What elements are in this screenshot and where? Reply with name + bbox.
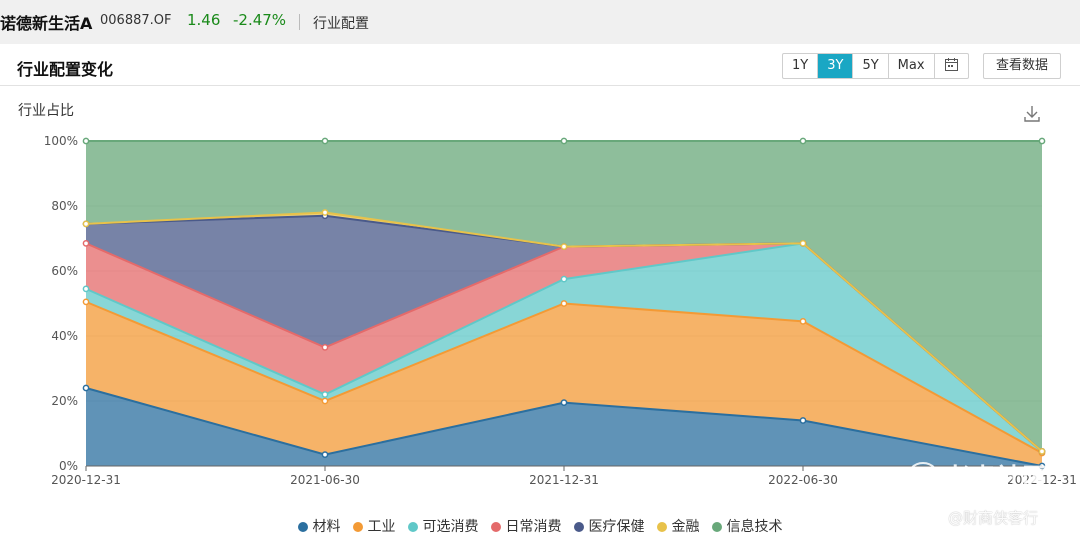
legend-marker: [711, 522, 722, 532]
legend-marker: [297, 522, 308, 532]
point-信息技术: [321, 137, 329, 145]
legend-label: 可选消费: [422, 519, 479, 535]
point-材料: [560, 399, 568, 406]
legend-label: 材料: [312, 519, 341, 535]
legend-item[interactable]: 可选消费: [407, 516, 479, 536]
legend-marker: [573, 522, 584, 532]
point-可选消费: [560, 275, 568, 283]
point-工业: [321, 397, 329, 405]
point-日常消费: [321, 344, 329, 351]
point-金融: [321, 209, 329, 216]
watermark-brand: 老虎社区: [944, 464, 1049, 494]
legend-label: 日常消费: [505, 519, 562, 535]
point-工业: [799, 318, 807, 325]
point-金融: [1038, 448, 1046, 455]
legend-item[interactable]: 信息技术: [711, 516, 783, 536]
y-tick-label: 80%: [51, 199, 78, 213]
point-金融: [560, 243, 568, 250]
chart-legend: 材料 工业 可选消费 日常消费 医疗保健 金融 信息技术: [0, 516, 1080, 536]
legend-marker: [407, 522, 418, 532]
point-信息技术: [82, 137, 90, 145]
legend-item[interactable]: 日常消费: [490, 516, 562, 536]
point-信息技术: [1038, 137, 1046, 145]
y-tick-label: 100%: [44, 134, 78, 148]
point-材料: [321, 451, 329, 458]
point-工业: [82, 298, 90, 306]
legend-label: 医疗保健: [588, 519, 645, 535]
y-tick-label: 40%: [51, 329, 78, 343]
point-材料: [82, 384, 90, 392]
y-tick-label: 20%: [51, 394, 78, 408]
legend-label: 信息技术: [726, 519, 783, 535]
point-信息技术: [560, 137, 568, 145]
legend-marker: [656, 522, 667, 532]
point-可选消费: [82, 285, 90, 293]
y-tick-label: 0%: [59, 459, 78, 473]
legend-item[interactable]: 医疗保健: [573, 516, 645, 536]
legend-item[interactable]: 工业: [352, 516, 396, 536]
legend-label: 金融: [671, 519, 700, 535]
point-可选消费: [321, 391, 329, 398]
y-tick-label: 60%: [51, 264, 78, 278]
point-金融: [799, 240, 807, 247]
legend-label: 工业: [367, 519, 396, 535]
legend-item[interactable]: 金融: [656, 516, 700, 536]
x-tick-label: 2021-06-30: [290, 473, 360, 487]
point-金融: [82, 220, 90, 228]
tiger-logo-watermark: [906, 462, 940, 496]
watermark-handle: @财商侠客行: [948, 509, 1039, 527]
point-信息技术: [799, 137, 807, 145]
x-tick-label: 2022-06-30: [768, 473, 838, 487]
legend-marker: [490, 522, 501, 532]
point-工业: [560, 300, 568, 307]
x-tick-label: 2021-12-31: [529, 473, 599, 487]
stacked-area-chart: 0% 20% 40% 60% 80% 100% 2020-12-31 2021-06-30 20…: [44, 134, 1077, 487]
x-tick-label: 2020-12-31: [51, 473, 121, 487]
point-材料: [799, 417, 807, 424]
legend-marker: [352, 522, 363, 532]
legend-item[interactable]: 材料: [297, 516, 341, 536]
point-日常消费: [82, 240, 90, 247]
